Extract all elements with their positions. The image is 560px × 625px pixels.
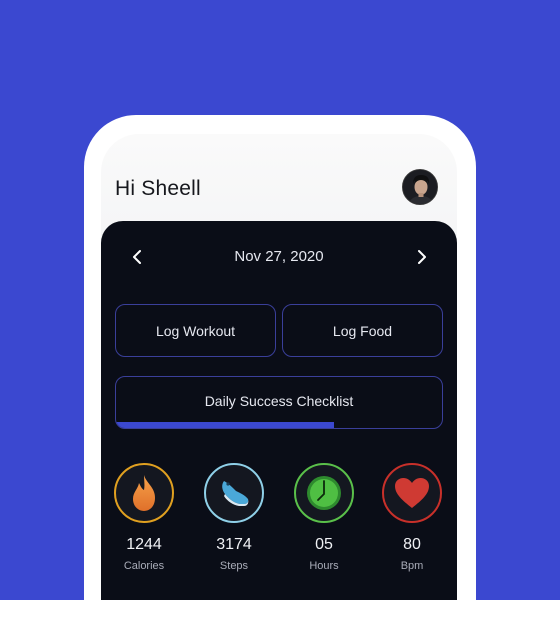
hours-label: Hours (309, 560, 339, 572)
daily-checklist-card[interactable]: Daily Success Checklist (115, 376, 443, 429)
stat-hours[interactable]: 05 Hours (288, 463, 360, 572)
log-food-button[interactable]: Log Food (282, 304, 443, 357)
hours-ring (294, 463, 354, 523)
steps-label: Steps (219, 560, 249, 572)
checklist-progress-fill (116, 422, 335, 428)
log-workout-button[interactable]: Log Workout (115, 304, 276, 357)
clock-icon (307, 476, 341, 510)
stat-steps[interactable]: 3174 Steps (198, 463, 270, 572)
greeting-text: Hi Sheell (115, 177, 201, 200)
calories-ring (114, 463, 174, 523)
calories-label: Calories (123, 560, 165, 572)
bpm-label: Bpm (400, 560, 424, 572)
dashboard-panel: Nov 27, 2020 Log Workout Log Food Daily … (101, 221, 457, 600)
current-date: Nov 27, 2020 (234, 248, 324, 265)
bpm-value: 80 (403, 536, 421, 553)
hours-value: 05 (315, 536, 333, 553)
avatar-image (403, 170, 437, 204)
app-screen: Hi Sheell Nov 27, 2020 Log Workout Log F… (101, 134, 457, 600)
calories-value: 1244 (126, 536, 162, 553)
chevron-right-icon (418, 250, 426, 264)
checklist-progress-bar (116, 422, 442, 428)
next-date-button[interactable] (408, 243, 436, 271)
stat-calories[interactable]: 1244 Calories (108, 463, 180, 572)
steps-value: 3174 (216, 536, 252, 553)
steps-ring (204, 463, 264, 523)
shoe-icon (222, 481, 249, 506)
flame-icon (133, 475, 155, 511)
heart-icon (395, 478, 429, 508)
bpm-ring (382, 463, 442, 523)
stat-bpm[interactable]: 80 Bpm (376, 463, 448, 572)
checklist-label: Daily Success Checklist (204, 392, 354, 409)
avatar[interactable] (402, 169, 438, 205)
